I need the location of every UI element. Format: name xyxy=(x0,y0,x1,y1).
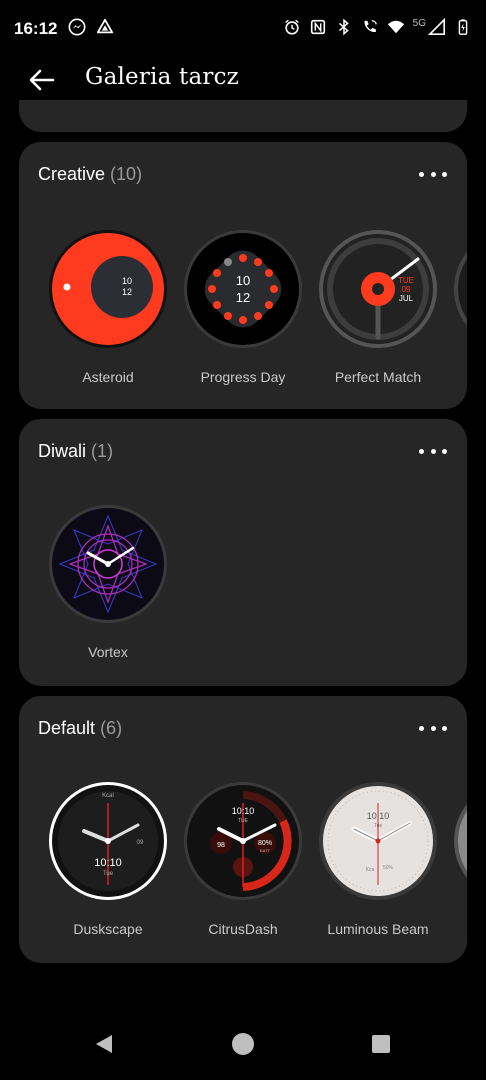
wifi-icon xyxy=(387,20,404,34)
nfc-icon xyxy=(310,19,325,35)
category-name: Diwali xyxy=(38,441,87,461)
face-label: Progress Day xyxy=(200,369,286,385)
face-label: CitrusDash xyxy=(208,921,278,937)
citrusdash-heart: 98 xyxy=(217,842,225,849)
duskscape-kcal: Kcal xyxy=(102,793,114,799)
citrusdash-batt: 80% xyxy=(258,840,272,847)
category-card-diwali: Diwali (1) Vortex xyxy=(19,419,467,686)
nav-recents-icon[interactable] xyxy=(369,1032,393,1056)
bluetooth-icon xyxy=(338,18,349,36)
nav-home-icon[interactable] xyxy=(231,1032,255,1056)
watch-face-duskscape[interactable]: Kcal 09 10:10 Tue Duskscape xyxy=(48,781,168,937)
perfect-match-month: JUL xyxy=(399,294,414,303)
luminous-batt: 50% xyxy=(383,865,394,871)
citrusdash-day: TUE xyxy=(238,818,249,824)
watch-face-progress-day[interactable]: 10 12 Progress Day xyxy=(183,229,303,385)
watch-face-perfect-match[interactable]: TUE 09 JUL Perfect Match xyxy=(318,229,438,385)
duskscape-face-preview: Kcal 09 10:10 Tue xyxy=(49,782,167,900)
citrusdash-batt-label: BATT xyxy=(260,848,270,853)
nav-back-icon[interactable] xyxy=(92,1032,116,1056)
perfect-match-day: TUE xyxy=(398,276,414,285)
back-arrow-icon[interactable] xyxy=(26,64,58,96)
status-bar: 16:12 5G xyxy=(0,0,486,58)
category-name: Creative xyxy=(38,164,106,184)
luminous-time: 10:10 xyxy=(367,811,390,821)
app-bar: Galeria tarcz xyxy=(0,58,486,102)
more-options-icon[interactable] xyxy=(419,445,447,457)
more-options-icon[interactable] xyxy=(419,722,447,734)
progress-hour: 10 xyxy=(236,273,250,288)
category-count: (1) xyxy=(91,441,114,461)
asteroid-face-preview: 10 12 xyxy=(49,230,167,348)
category-header: Default (6) xyxy=(38,718,122,739)
category-count: (6) xyxy=(100,718,123,738)
citrusdash-time: 10:10 xyxy=(232,806,255,816)
page-title: Galeria tarcz xyxy=(85,64,239,90)
alarm-icon xyxy=(284,19,299,35)
category-card-creative: Creative (10) 10 12 Asteroid 10 12 Progr… xyxy=(19,142,467,409)
watch-face-citrusdash[interactable]: 10:10 TUE 98 80% BATT CitrusDash xyxy=(183,781,303,937)
watch-face-partial[interactable] xyxy=(453,229,467,349)
luminous-day: Tue xyxy=(374,823,383,829)
category-header: Creative (10) xyxy=(38,164,142,185)
drive-icon xyxy=(96,18,114,34)
category-card-default: Default (6) Kcal 09 10:10 Tue Duskscape xyxy=(19,696,467,963)
perfect-match-date: 09 xyxy=(402,285,411,294)
wifi-calling-icon xyxy=(364,20,377,33)
signal-icon xyxy=(428,18,446,36)
system-nav-bar xyxy=(0,1014,486,1080)
category-count: (10) xyxy=(110,164,143,184)
partial-face-preview xyxy=(454,252,467,326)
asteroid-hour: 10 xyxy=(122,276,132,286)
duskscape-day: Tue xyxy=(103,871,114,877)
messenger-icon xyxy=(68,18,86,36)
status-time: 16:12 xyxy=(14,19,58,38)
luminous-kcal: Kca xyxy=(366,867,375,873)
face-label: Vortex xyxy=(88,644,128,660)
previous-category-card xyxy=(19,100,467,132)
perfect-match-face-preview: TUE 09 JUL xyxy=(319,230,437,348)
luminous-beam-face-preview: 10:10 Tue Kca 50% xyxy=(319,782,437,900)
category-name: Default xyxy=(38,718,96,738)
vortex-face-preview xyxy=(49,505,167,623)
watch-face-partial[interactable] xyxy=(453,781,467,901)
watch-face-vortex[interactable]: Vortex xyxy=(48,504,168,660)
face-label: Perfect Match xyxy=(334,369,422,385)
citrusdash-face-preview: 10:10 TUE 98 80% BATT xyxy=(184,782,302,900)
asteroid-minute: 12 xyxy=(122,287,132,297)
watch-face-luminous-beam[interactable]: 10:10 Tue Kca 50% Luminous Beam xyxy=(318,781,438,937)
network-type: 5G xyxy=(412,17,426,29)
face-label: Luminous Beam xyxy=(327,921,429,937)
progress-day-face-preview: 10 12 xyxy=(184,230,302,348)
face-label: Asteroid xyxy=(82,369,134,385)
battery-icon xyxy=(458,19,468,35)
watch-face-asteroid[interactable]: 10 12 Asteroid xyxy=(48,229,168,385)
category-header: Diwali (1) xyxy=(38,441,113,462)
duskscape-date: 09 xyxy=(137,840,144,846)
more-options-icon[interactable] xyxy=(419,168,447,180)
duskscape-time: 10:10 xyxy=(94,857,122,869)
progress-minute: 12 xyxy=(236,290,250,305)
face-label: Duskscape xyxy=(73,921,143,937)
partial-face-preview xyxy=(454,804,467,878)
